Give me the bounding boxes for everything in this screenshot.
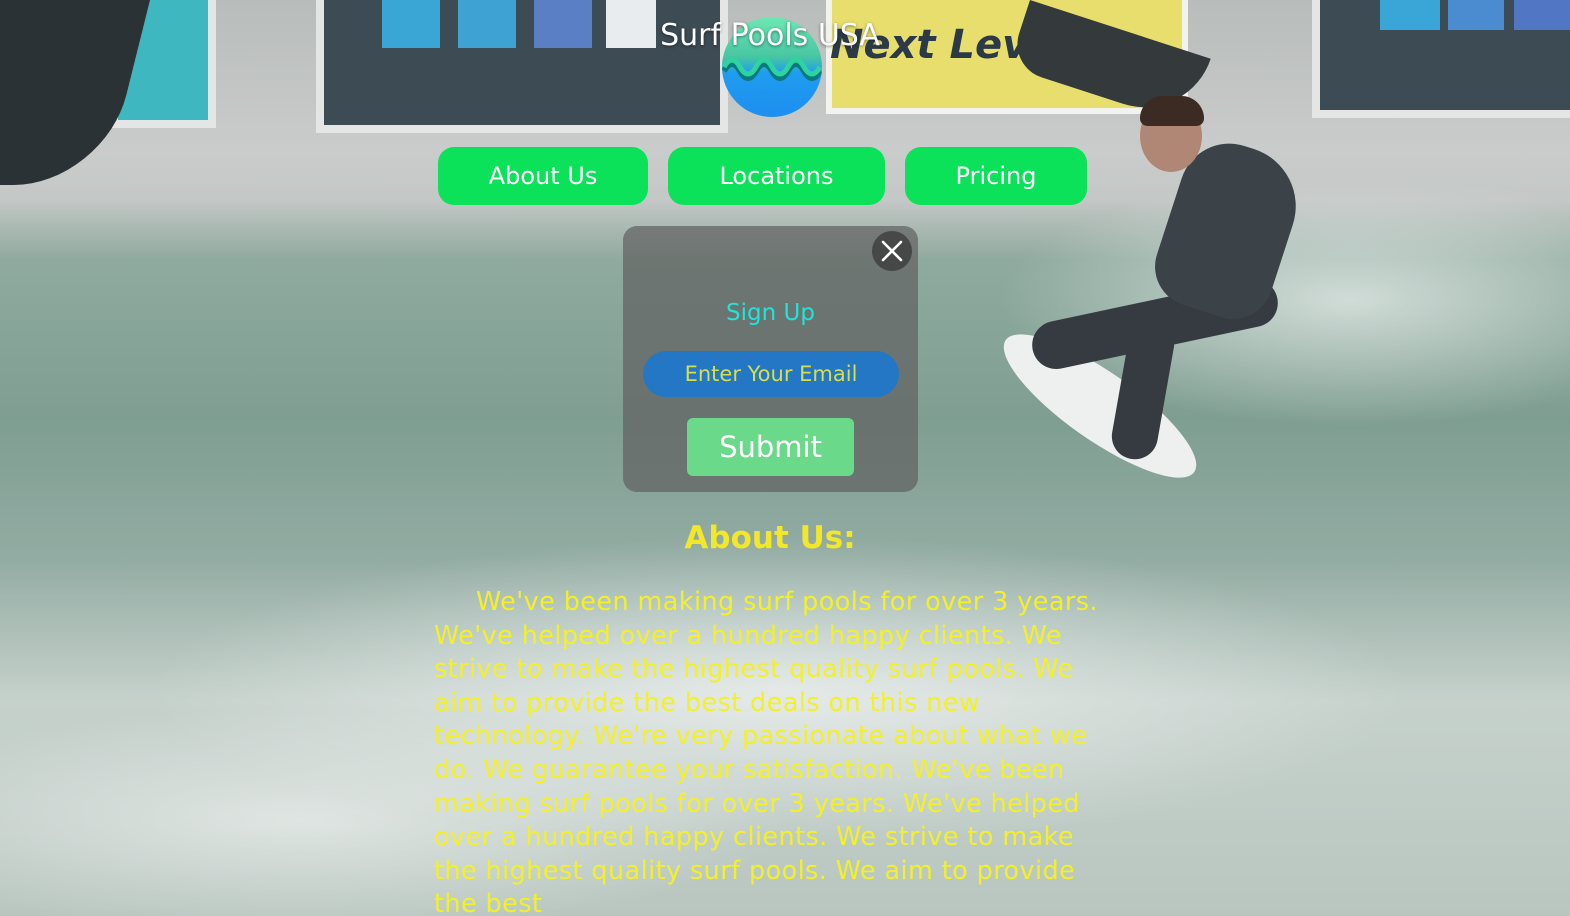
email-input[interactable]: [643, 351, 899, 397]
about-body-text: We've been making surf pools for over 3 …: [434, 587, 1098, 916]
close-icon: [881, 240, 903, 262]
about-heading: About Us:: [684, 520, 856, 556]
nav-pricing-button[interactable]: Pricing: [905, 147, 1087, 205]
surfer-hair: [1140, 96, 1204, 126]
close-button[interactable]: [872, 231, 912, 271]
signup-title: Sign Up: [726, 300, 815, 326]
nav-locations-button[interactable]: Locations: [668, 147, 885, 205]
submit-button[interactable]: Submit: [687, 418, 854, 476]
nav-about-us-button[interactable]: About Us: [438, 147, 648, 205]
page: Next Level. Surf Pools USA About Us Loca…: [0, 0, 1570, 916]
site-title: Surf Pools USA: [660, 18, 880, 53]
